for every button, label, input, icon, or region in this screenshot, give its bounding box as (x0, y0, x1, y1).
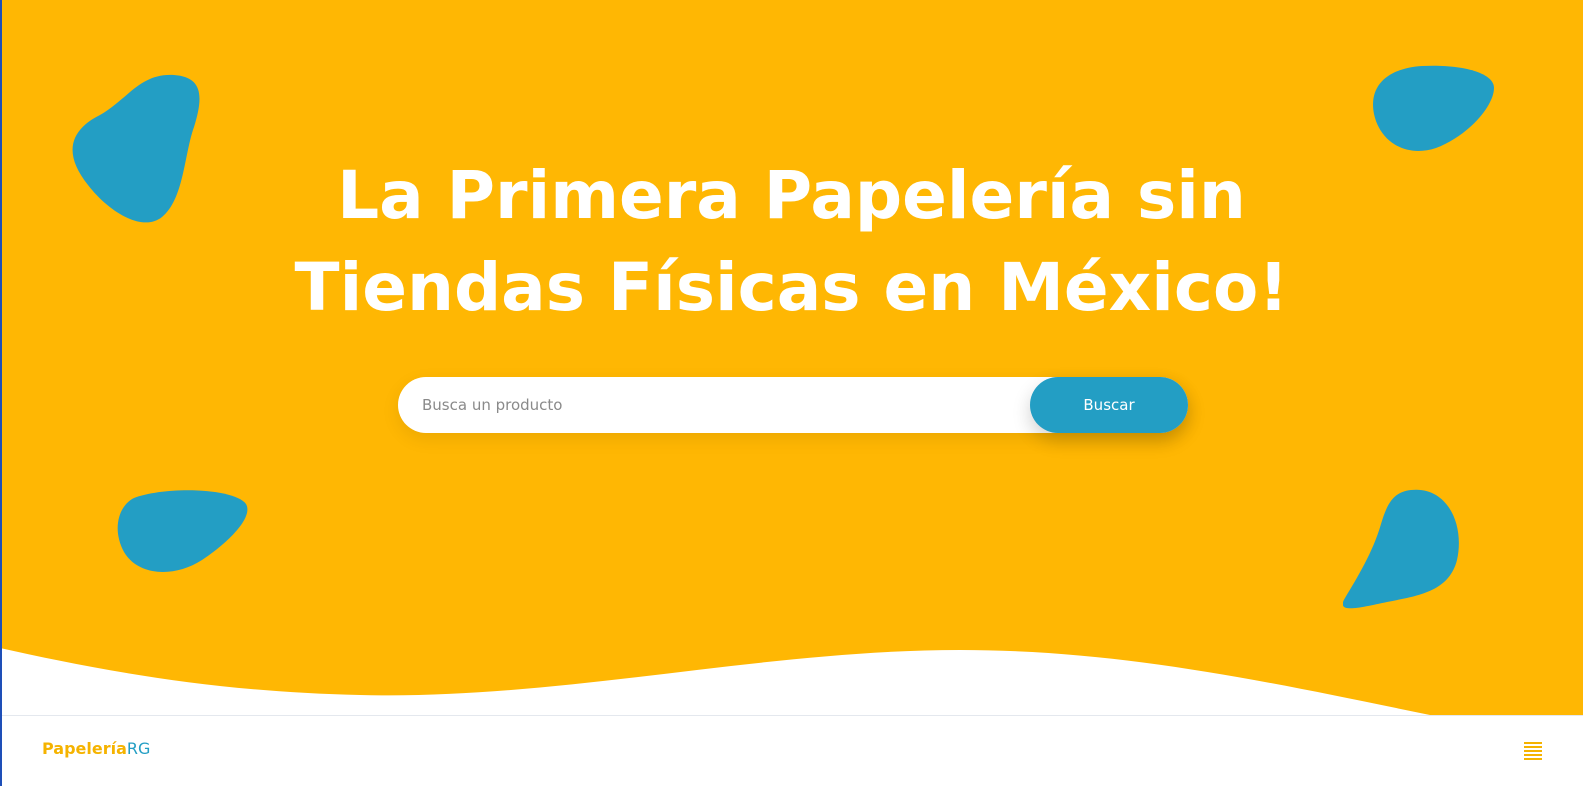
brand-logo-link[interactable]: PapeleríaRG (42, 738, 150, 760)
decorative-blob-top-left (72, 74, 200, 223)
brand-name-accent: RG (126, 739, 151, 758)
search-bar: Buscar (398, 377, 1188, 433)
bottom-navbar: PapeleríaRG (0, 715, 1583, 786)
menu-line-4 (1524, 754, 1542, 756)
menu-line-2 (1524, 746, 1542, 748)
search-button[interactable]: Buscar (1030, 377, 1188, 433)
search-input[interactable] (398, 377, 1018, 433)
window-left-edge (0, 0, 2, 786)
hamburger-menu-icon[interactable] (1520, 738, 1546, 764)
page: La Primera Papelería sin Tiendas Físicas… (0, 0, 1583, 786)
menu-line-1 (1524, 742, 1542, 744)
decorative-blob-bottom-right (1343, 489, 1459, 609)
menu-line-5 (1524, 758, 1542, 760)
hero-section: La Primera Papelería sin Tiendas Físicas… (0, 0, 1583, 715)
brand-name-main: Papelería (42, 739, 127, 758)
menu-line-3 (1524, 750, 1542, 752)
hero-headline-line-1: La Primera Papelería sin (337, 157, 1246, 234)
decorative-blob-top-right (1373, 65, 1494, 151)
hero-headline: La Primera Papelería sin Tiendas Físicas… (240, 150, 1343, 334)
hero-headline-line-2: Tiendas Físicas en México! (294, 249, 1289, 326)
decorative-blob-bottom-left (117, 490, 248, 572)
